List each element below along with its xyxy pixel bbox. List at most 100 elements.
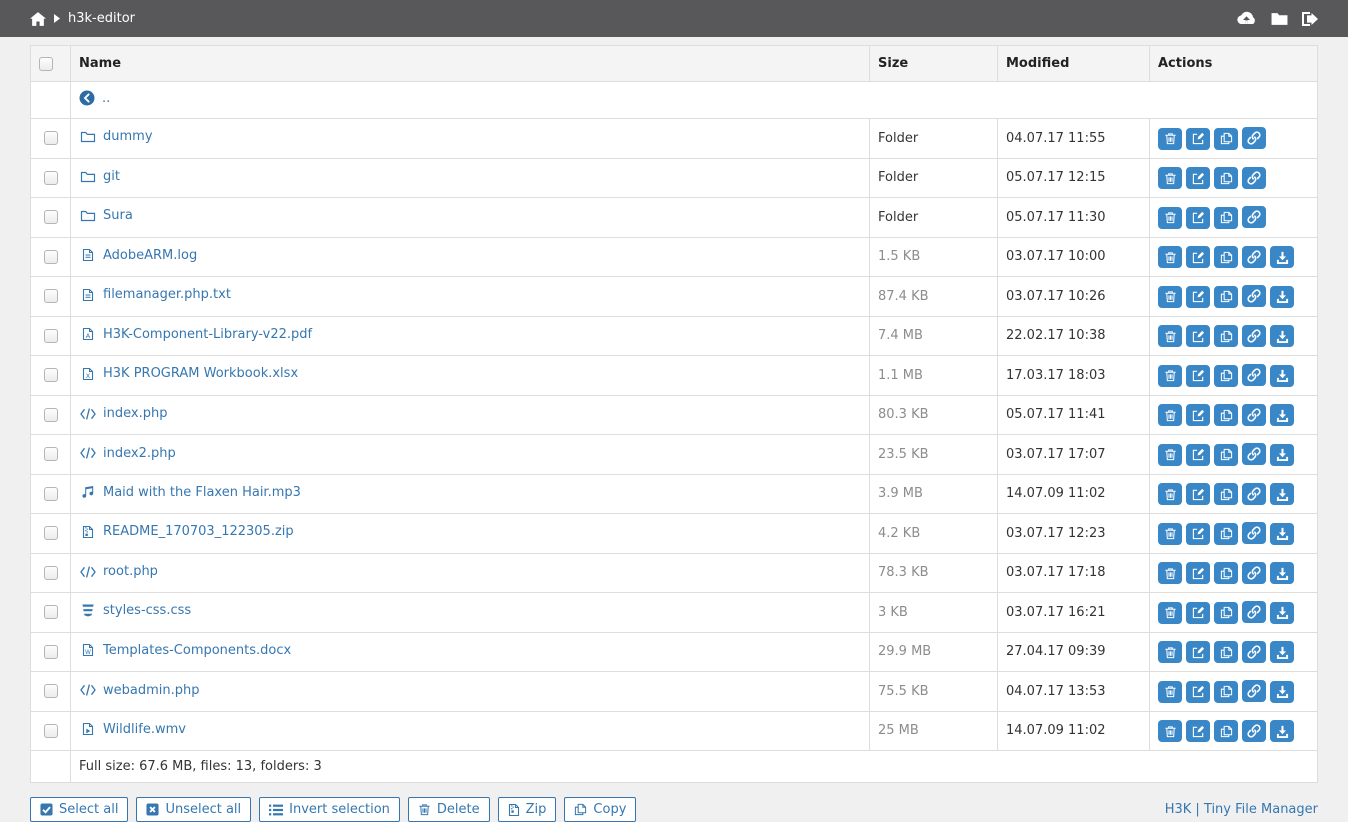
rename-button[interactable] (1186, 681, 1210, 703)
download-button[interactable] (1270, 681, 1294, 703)
download-button[interactable] (1270, 641, 1294, 663)
cloud-upload-icon[interactable] (1236, 11, 1257, 26)
file-link[interactable]: Wildlife.wmv (103, 722, 186, 737)
row-checkbox[interactable] (44, 645, 58, 659)
copy-button[interactable] (1214, 483, 1238, 505)
link-button[interactable] (1242, 167, 1266, 189)
rename-button[interactable] (1186, 167, 1210, 189)
rename-button[interactable] (1186, 444, 1210, 466)
file-link[interactable]: root.php (103, 564, 158, 579)
download-button[interactable] (1270, 562, 1294, 584)
download-button[interactable] (1270, 444, 1294, 466)
link-button[interactable] (1242, 443, 1266, 465)
file-link[interactable]: H3K-Component-Library-v22.pdf (103, 327, 312, 342)
copy-button[interactable] (1214, 325, 1238, 347)
row-checkbox[interactable] (44, 526, 58, 540)
invert-selection-button[interactable]: Invert selection (259, 797, 400, 822)
link-button[interactable] (1242, 720, 1266, 742)
delete-button[interactable] (1158, 286, 1182, 308)
download-button[interactable] (1270, 720, 1294, 742)
copy-button[interactable] (1214, 246, 1238, 268)
delete-button[interactable]: Delete (408, 797, 490, 822)
copy-button[interactable] (1214, 444, 1238, 466)
row-checkbox[interactable] (44, 447, 58, 461)
copy-button[interactable] (1214, 681, 1238, 703)
download-button[interactable] (1270, 483, 1294, 505)
link-button[interactable] (1242, 404, 1266, 426)
delete-button[interactable] (1158, 246, 1182, 268)
link-button[interactable] (1242, 364, 1266, 386)
delete-button[interactable] (1158, 641, 1182, 663)
download-button[interactable] (1270, 325, 1294, 347)
row-checkbox[interactable] (44, 487, 58, 501)
file-link[interactable]: webadmin.php (103, 683, 200, 698)
download-button[interactable] (1270, 365, 1294, 387)
select-all-button[interactable]: Select all (30, 797, 128, 822)
file-link[interactable]: AdobeARM.log (103, 248, 197, 263)
file-link[interactable]: H3K PROGRAM Workbook.xlsx (103, 366, 298, 381)
row-checkbox[interactable] (44, 408, 58, 422)
file-link[interactable]: Templates-Components.docx (103, 643, 291, 658)
copy-button[interactable] (1214, 286, 1238, 308)
rename-button[interactable] (1186, 325, 1210, 347)
row-checkbox[interactable] (44, 250, 58, 264)
row-checkbox[interactable] (44, 171, 58, 185)
row-checkbox[interactable] (44, 605, 58, 619)
rename-button[interactable] (1186, 483, 1210, 505)
row-checkbox[interactable] (44, 289, 58, 303)
link-button[interactable] (1242, 325, 1266, 347)
row-checkbox[interactable] (44, 684, 58, 698)
copy-button[interactable] (1214, 167, 1238, 189)
delete-button[interactable] (1158, 404, 1182, 426)
rename-button[interactable] (1186, 365, 1210, 387)
home-icon[interactable] (30, 12, 46, 26)
file-link[interactable]: dummy (103, 129, 153, 144)
row-checkbox[interactable] (44, 566, 58, 580)
link-button[interactable] (1242, 601, 1266, 623)
file-link[interactable]: Maid with the Flaxen Hair.mp3 (103, 485, 301, 500)
rename-button[interactable] (1186, 246, 1210, 268)
file-link[interactable]: git (103, 169, 120, 184)
link-button[interactable] (1242, 483, 1266, 505)
delete-button[interactable] (1158, 167, 1182, 189)
link-button[interactable] (1242, 680, 1266, 702)
link-button[interactable] (1242, 522, 1266, 544)
download-button[interactable] (1270, 523, 1294, 545)
copy-button[interactable] (1214, 562, 1238, 584)
delete-button[interactable] (1158, 523, 1182, 545)
rename-button[interactable] (1186, 286, 1210, 308)
rename-button[interactable] (1186, 404, 1210, 426)
delete-button[interactable] (1158, 207, 1182, 229)
zip-button[interactable]: Zip (498, 797, 557, 822)
row-checkbox[interactable] (44, 210, 58, 224)
rename-button[interactable] (1186, 641, 1210, 663)
file-link[interactable]: index2.php (103, 446, 176, 461)
rename-button[interactable] (1186, 128, 1210, 150)
new-folder-icon[interactable] (1271, 12, 1288, 26)
download-button[interactable] (1270, 286, 1294, 308)
delete-button[interactable] (1158, 602, 1182, 624)
file-link[interactable]: Sura (103, 208, 133, 223)
rename-button[interactable] (1186, 523, 1210, 545)
file-link[interactable]: styles-css.css (103, 603, 191, 618)
row-checkbox[interactable] (44, 368, 58, 382)
download-button[interactable] (1270, 404, 1294, 426)
link-button[interactable] (1242, 641, 1266, 663)
unselect-all-button[interactable]: Unselect all (136, 797, 251, 822)
delete-button[interactable] (1158, 365, 1182, 387)
copy-button[interactable] (1214, 720, 1238, 742)
link-button[interactable] (1242, 562, 1266, 584)
row-checkbox[interactable] (44, 329, 58, 343)
delete-button[interactable] (1158, 562, 1182, 584)
copy-button[interactable] (1214, 128, 1238, 150)
link-button[interactable] (1242, 285, 1266, 307)
row-checkbox[interactable] (44, 724, 58, 738)
file-link[interactable]: filemanager.php.txt (103, 287, 231, 302)
delete-button[interactable] (1158, 325, 1182, 347)
parent-directory-link[interactable]: .. (102, 91, 110, 106)
select-all-checkbox[interactable] (39, 57, 53, 71)
tiny-file-manager-link[interactable]: H3K | Tiny File Manager (1165, 802, 1318, 817)
rename-button[interactable] (1186, 562, 1210, 584)
copy-button[interactable] (1214, 523, 1238, 545)
logout-icon[interactable] (1302, 12, 1318, 26)
